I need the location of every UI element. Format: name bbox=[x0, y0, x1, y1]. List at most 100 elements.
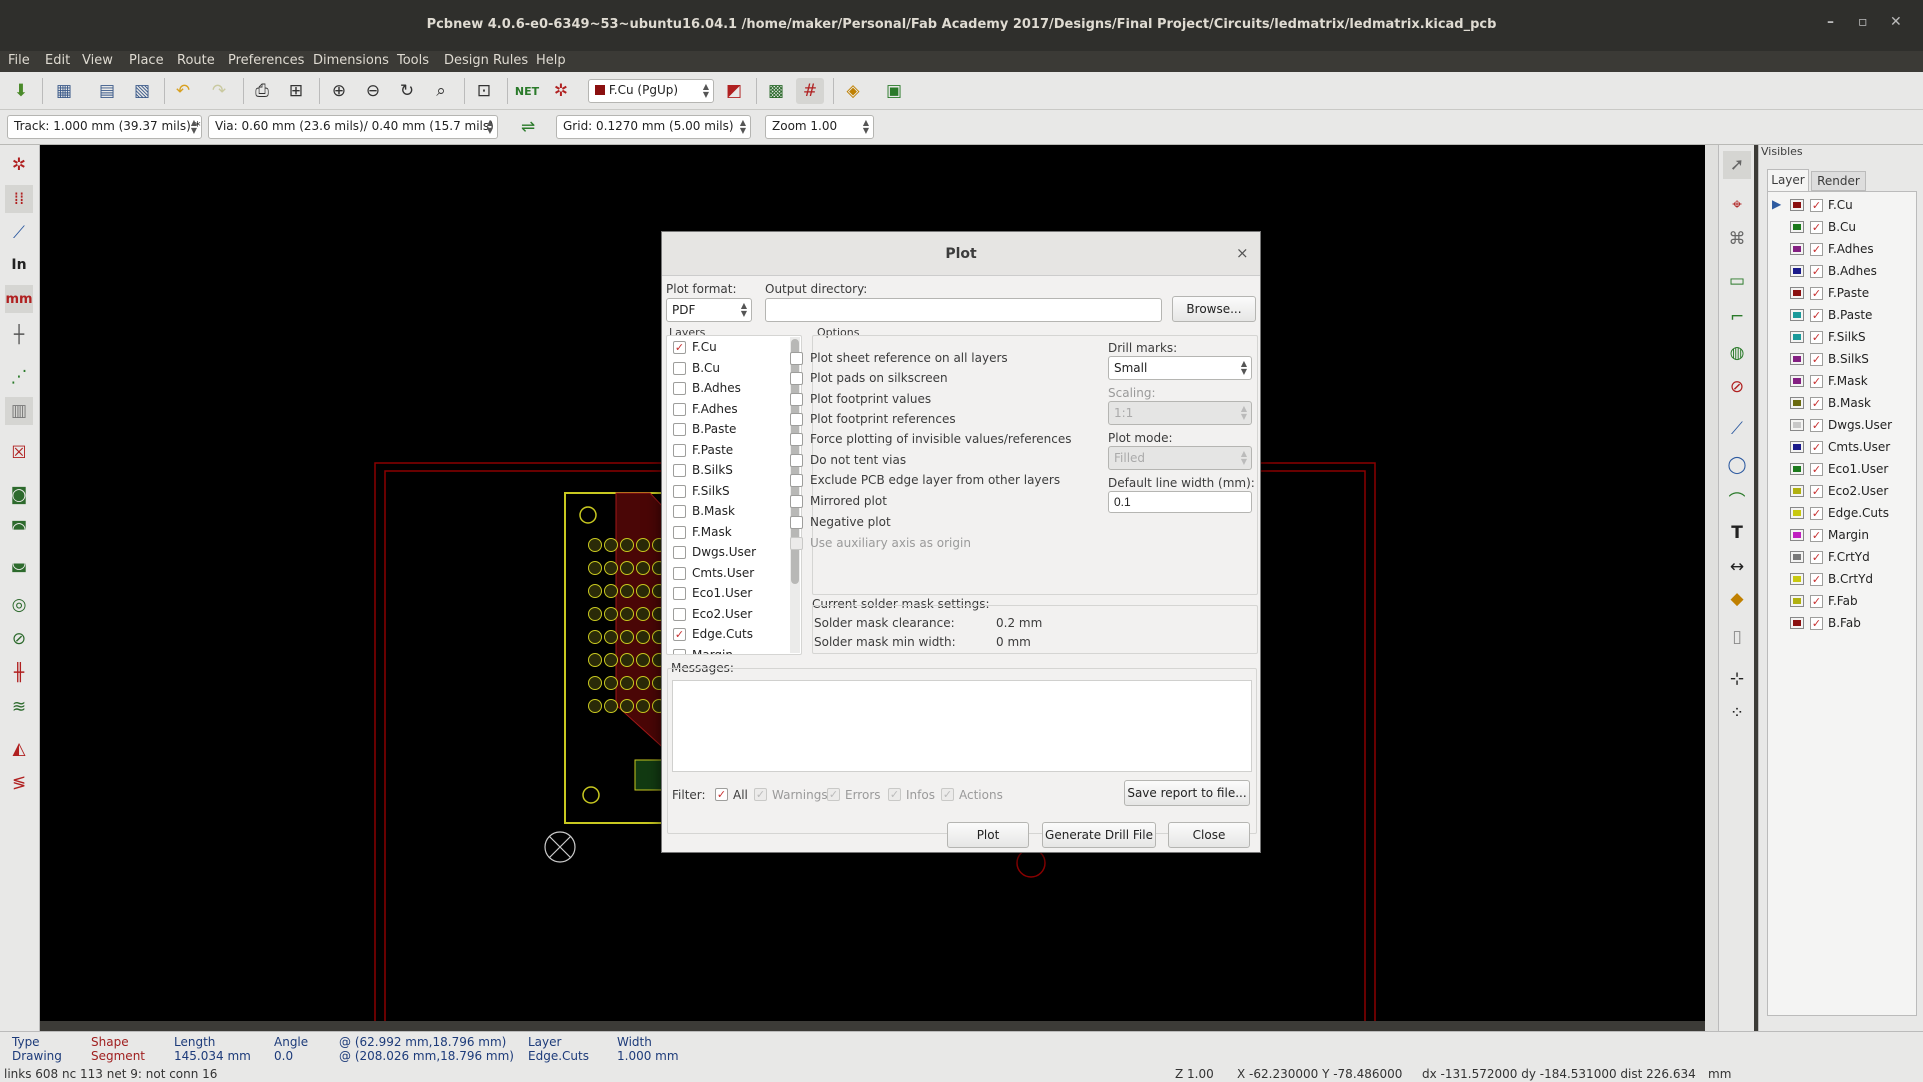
set-origin-icon[interactable]: ⊹ bbox=[1723, 665, 1751, 693]
plot-layer-item[interactable]: B.Mask bbox=[667, 503, 787, 521]
layer-color-swatch[interactable] bbox=[1790, 507, 1804, 519]
generate-drill-file-button[interactable]: Generate Drill File bbox=[1042, 822, 1156, 848]
layer-row[interactable]: ✓ F.SilkS bbox=[1768, 328, 1916, 348]
layer-visible-checkbox[interactable]: ✓ bbox=[1810, 529, 1823, 542]
inch-units-icon[interactable]: In bbox=[5, 251, 33, 279]
auto-track-width-icon[interactable]: ⇌ bbox=[514, 114, 542, 140]
plot-layer-checkbox[interactable] bbox=[673, 546, 686, 559]
layer-visible-checkbox[interactable]: ✓ bbox=[1810, 441, 1823, 454]
plot-layer-checkbox[interactable] bbox=[673, 423, 686, 436]
plot-layer-checkbox[interactable] bbox=[673, 382, 686, 395]
close-window-icon[interactable]: ✕ bbox=[1890, 14, 1902, 30]
layer-visible-checkbox[interactable]: ✓ bbox=[1810, 221, 1823, 234]
layer-color-swatch[interactable] bbox=[1790, 485, 1804, 497]
plot-layer-item[interactable]: F.Adhes bbox=[667, 401, 787, 419]
layer-color-swatch[interactable] bbox=[1790, 331, 1804, 343]
layer-color-swatch[interactable] bbox=[1790, 353, 1804, 365]
redo-icon[interactable]: ↷ bbox=[205, 78, 233, 104]
menu-dimensions[interactable]: Dimensions bbox=[313, 53, 389, 68]
zoom-select[interactable]: Zoom 1.00 ▲ ▼ bbox=[765, 115, 874, 139]
select-arrow-icon[interactable]: ➚ bbox=[1723, 151, 1751, 179]
add-zone-icon[interactable]: ◍ bbox=[1723, 339, 1751, 367]
plot-layer-item[interactable]: Cmts.User bbox=[667, 565, 787, 583]
layer-visible-checkbox[interactable]: ✓ bbox=[1810, 617, 1823, 630]
menu-route[interactable]: Route bbox=[177, 53, 215, 68]
add-target-icon[interactable]: ◆ bbox=[1723, 585, 1751, 613]
layer-color-swatch[interactable] bbox=[1790, 441, 1804, 453]
maximize-icon[interactable]: ▫ bbox=[1858, 14, 1868, 30]
zoom-fit-icon[interactable]: ⌕ bbox=[427, 78, 455, 104]
plot-layer-checkbox[interactable] bbox=[673, 505, 686, 518]
layer-row[interactable]: ✓ F.Adhes bbox=[1768, 240, 1916, 260]
layer-visible-checkbox[interactable]: ✓ bbox=[1810, 243, 1823, 256]
drc-icon[interactable]: ✲ bbox=[547, 78, 575, 104]
layer-row[interactable]: ✓ F.Paste bbox=[1768, 284, 1916, 304]
option-checkbox[interactable] bbox=[790, 454, 803, 467]
add-text-icon[interactable]: T bbox=[1723, 519, 1751, 547]
high-contrast-icon[interactable]: ≋ bbox=[5, 693, 33, 721]
track-sketch-icon[interactable]: ╫ bbox=[5, 659, 33, 687]
layer-row[interactable]: ✓ B.Mask bbox=[1768, 394, 1916, 414]
plot-layer-item[interactable]: Eco1.User bbox=[667, 585, 787, 603]
layer-color-swatch[interactable] bbox=[1790, 617, 1804, 629]
layer-color-swatch[interactable] bbox=[1790, 397, 1804, 409]
plot-layer-item[interactable]: F.Mask bbox=[667, 524, 787, 542]
zone-outline-icon[interactable]: ◚ bbox=[5, 515, 33, 543]
mm-units-icon[interactable]: mm bbox=[5, 285, 33, 313]
plot-layer-item[interactable]: B.Cu bbox=[667, 360, 787, 378]
plot-layer-checkbox[interactable]: ✓ bbox=[673, 628, 686, 641]
option-checkbox[interactable] bbox=[790, 516, 803, 529]
option-item[interactable]: Plot footprint values bbox=[790, 392, 1100, 408]
option-item[interactable]: Plot footprint references bbox=[790, 412, 1100, 428]
zone-filled-icon[interactable]: ◙ bbox=[5, 481, 33, 509]
messages-area[interactable] bbox=[672, 680, 1252, 772]
pad-sketch-icon[interactable]: ◎ bbox=[5, 591, 33, 619]
layer-color-swatch[interactable] bbox=[1790, 419, 1804, 431]
menu-file[interactable]: File bbox=[8, 53, 30, 68]
drc-off-icon[interactable]: ✲ bbox=[5, 151, 33, 179]
plot-format-select[interactable]: PDF ▲ ▼ bbox=[666, 298, 752, 322]
microwave-toolbar-icon[interactable]: ◭ bbox=[5, 735, 33, 763]
layer-row[interactable]: ✓ B.SilkS bbox=[1768, 350, 1916, 370]
layer-row[interactable]: ✓ B.Fab bbox=[1768, 614, 1916, 634]
plot-layer-checkbox[interactable] bbox=[673, 361, 686, 375]
scripting-console-icon[interactable]: ▣ bbox=[880, 78, 908, 104]
plot-layer-checkbox[interactable] bbox=[673, 464, 686, 477]
add-dimension-icon[interactable]: ↔ bbox=[1723, 553, 1751, 581]
drill-marks-select[interactable]: Small ▲ ▼ bbox=[1108, 356, 1252, 380]
find-icon[interactable]: ⊡ bbox=[470, 78, 498, 104]
keepout-zone-icon[interactable]: ⊘ bbox=[1723, 373, 1751, 401]
zoom-out-icon[interactable]: ⊖ bbox=[359, 78, 387, 104]
local-ratsnest-icon[interactable]: ⌘ bbox=[1723, 225, 1751, 253]
layer-color-swatch[interactable] bbox=[1790, 551, 1804, 563]
layer-visible-checkbox[interactable]: ✓ bbox=[1810, 397, 1823, 410]
menu-preferences[interactable]: Preferences bbox=[228, 53, 304, 68]
layer-color-swatch[interactable] bbox=[1790, 221, 1804, 233]
plot-layer-item[interactable]: Margin bbox=[667, 647, 787, 654]
plot-layer-checkbox[interactable] bbox=[673, 566, 686, 580]
layer-color-swatch[interactable] bbox=[1790, 595, 1804, 607]
layer-row[interactable]: ✓ Dwgs.User bbox=[1768, 416, 1916, 436]
output-directory-input[interactable] bbox=[765, 298, 1162, 322]
plot-layer-checkbox[interactable] bbox=[673, 402, 686, 416]
layer-visible-checkbox[interactable]: ✓ bbox=[1810, 199, 1823, 212]
plot-layer-item[interactable]: F.SilkS bbox=[667, 483, 787, 501]
cursor-shape-icon[interactable]: ┼ bbox=[5, 321, 33, 349]
option-checkbox[interactable] bbox=[790, 352, 803, 365]
add-footprint-icon[interactable]: ▭ bbox=[1723, 267, 1751, 295]
layer-visible-checkbox[interactable]: ✓ bbox=[1810, 375, 1823, 388]
plot-layer-item[interactable]: B.Paste bbox=[667, 421, 787, 439]
plot-layer-checkbox[interactable] bbox=[673, 525, 686, 539]
layer-color-swatch[interactable] bbox=[1790, 287, 1804, 299]
layers-manager-icon[interactable]: ≶ bbox=[5, 769, 33, 797]
menu-design-rules[interactable]: Design Rules bbox=[444, 53, 528, 68]
layer-visible-checkbox[interactable]: ✓ bbox=[1810, 573, 1823, 586]
browse-button[interactable]: Browse... bbox=[1172, 296, 1256, 322]
plot-button[interactable]: Plot bbox=[947, 822, 1029, 848]
close-button[interactable]: Close bbox=[1168, 822, 1250, 848]
layer-row[interactable]: ✓ Margin bbox=[1768, 526, 1916, 546]
zoom-in-icon[interactable]: ⊕ bbox=[325, 78, 353, 104]
layer-row[interactable]: ▶ ✓ F.Cu bbox=[1768, 196, 1916, 216]
option-item[interactable]: Negative plot bbox=[790, 515, 1100, 531]
layer-visible-checkbox[interactable]: ✓ bbox=[1810, 331, 1823, 344]
